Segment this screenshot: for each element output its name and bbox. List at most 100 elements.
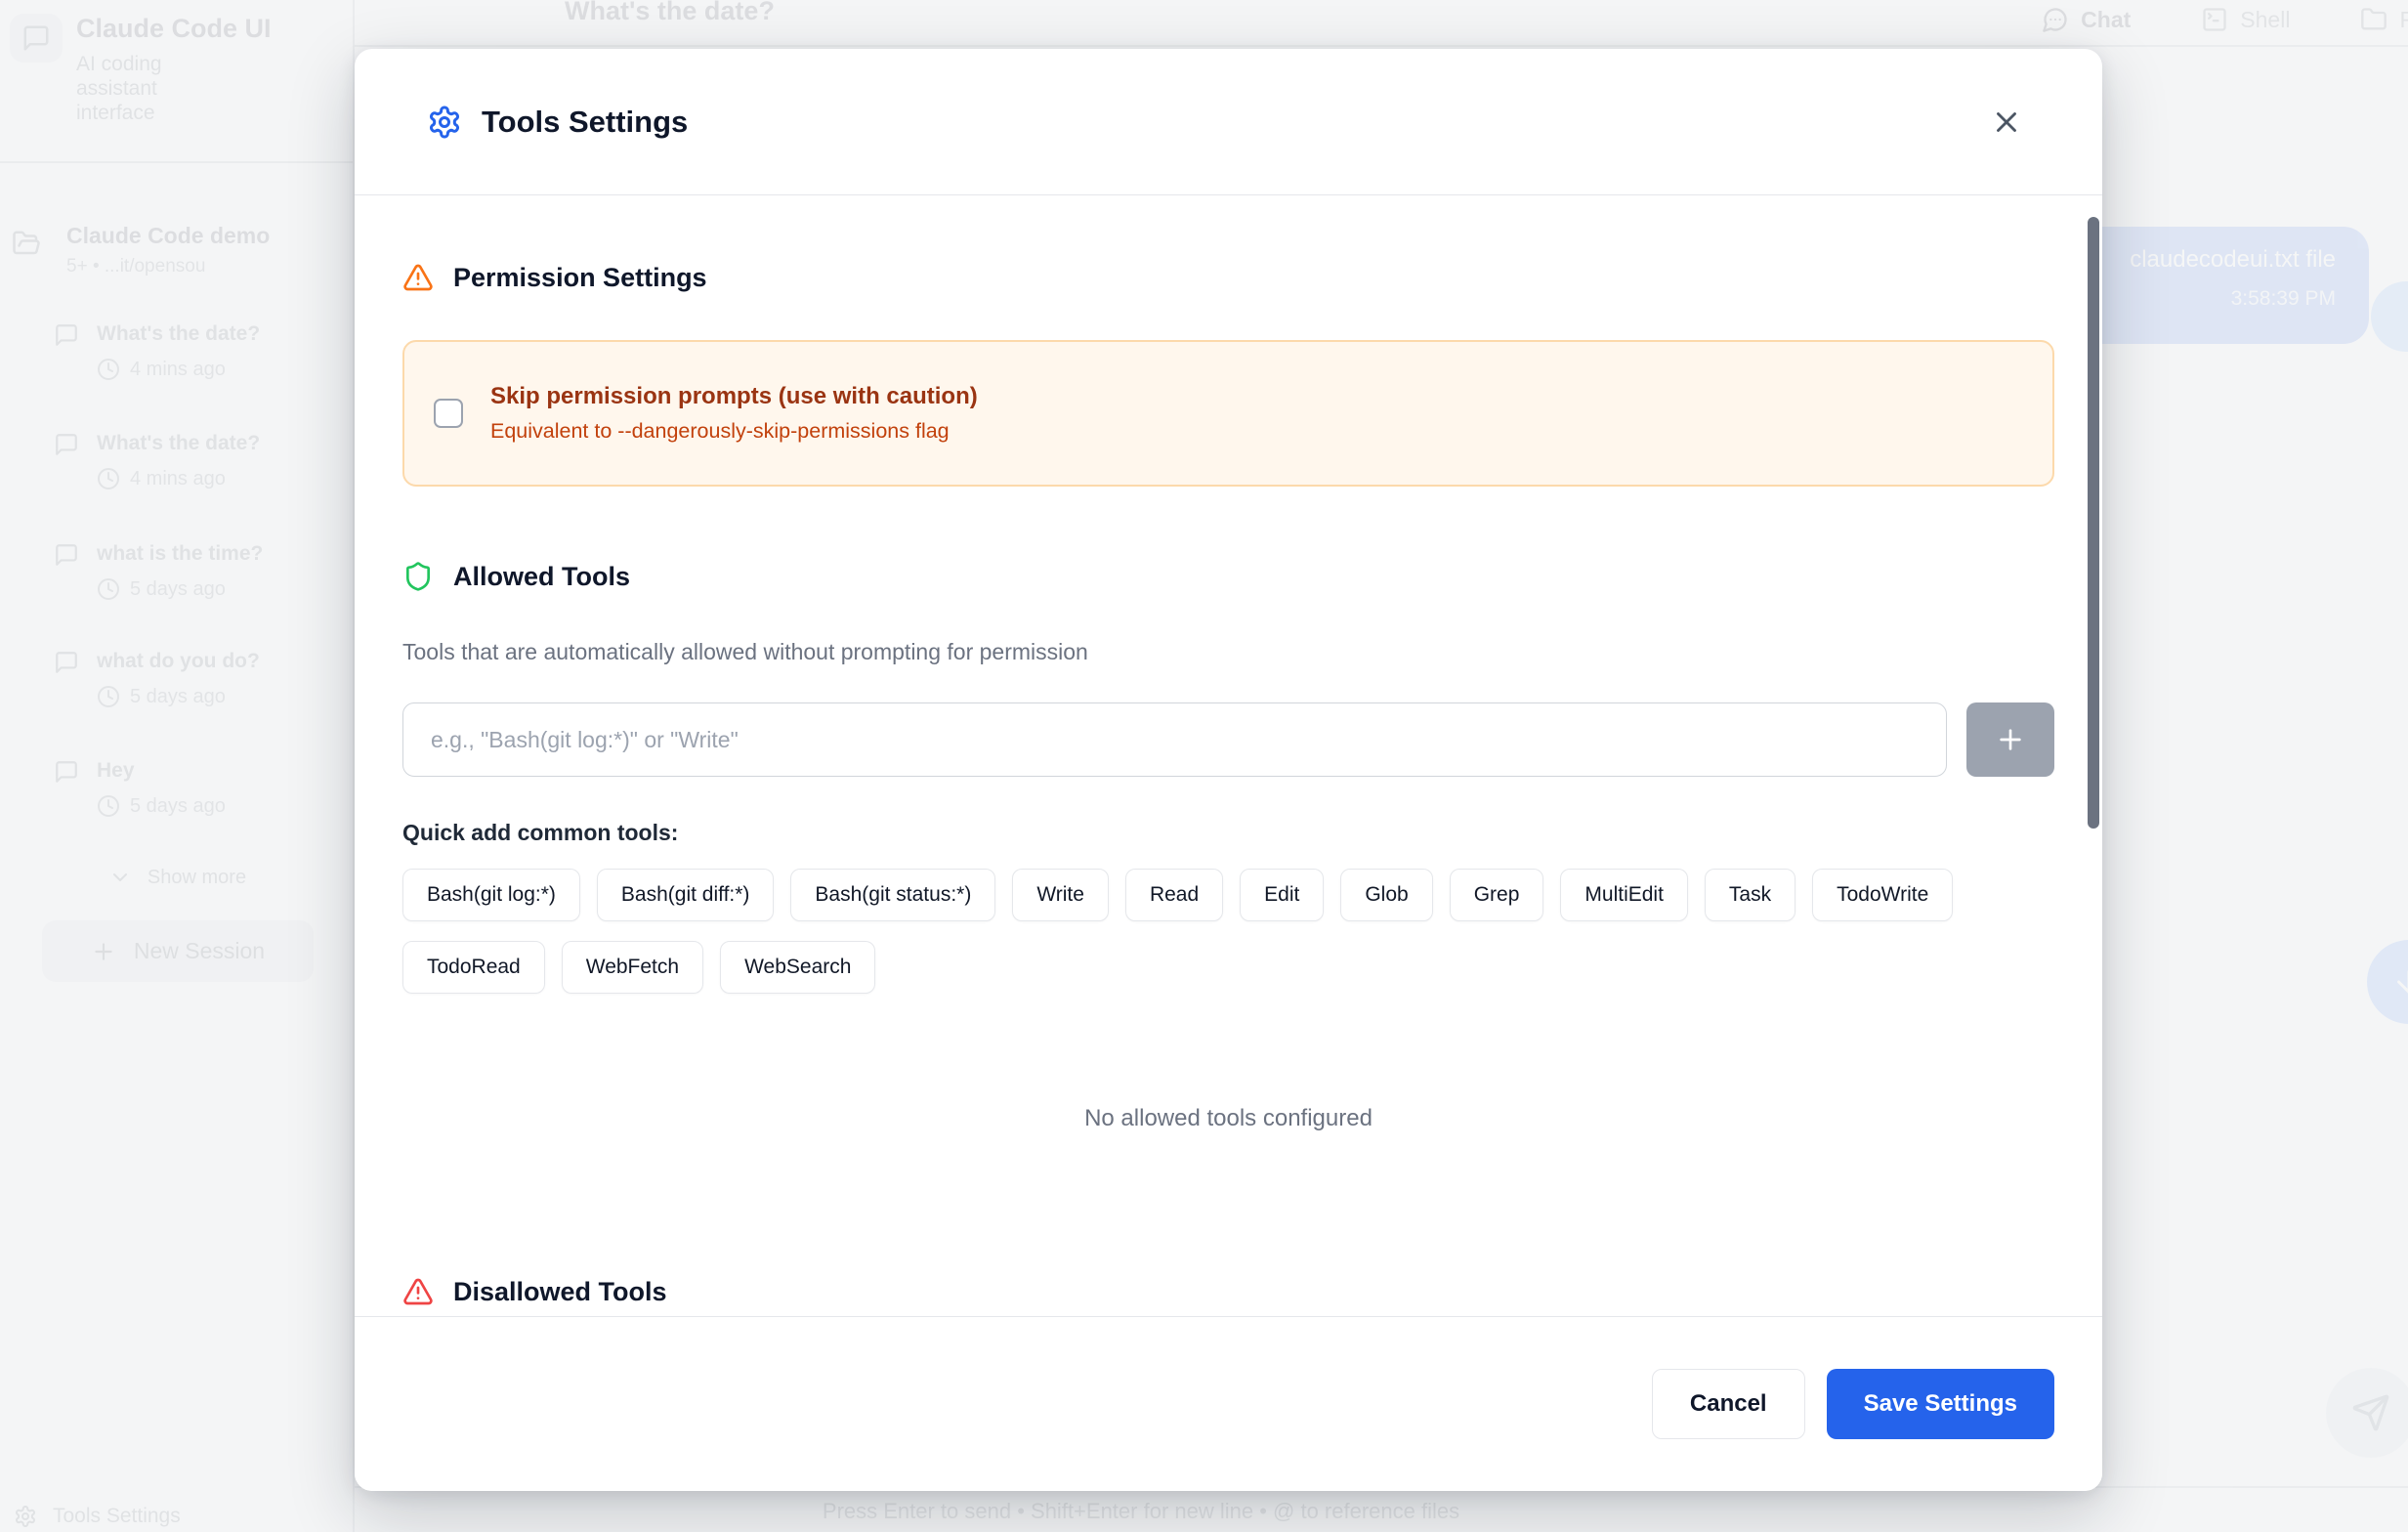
cancel-button[interactable]: Cancel [1652, 1369, 1805, 1439]
sidebar-divider [0, 161, 355, 163]
new-session-button: New Session [42, 920, 314, 982]
quick-add-tool-button[interactable]: WebFetch [562, 941, 703, 994]
quick-add-tool-button[interactable]: Task [1705, 869, 1795, 921]
app-logo [10, 14, 63, 63]
view-tabs: Chat Shell Files [2042, 6, 2408, 33]
project-name: Claude Code demo [66, 223, 270, 249]
chat-bubble-icon [54, 759, 79, 818]
session-time: 4 mins ago [130, 359, 226, 381]
modal-body: Permission Settings Skip permission prom… [355, 195, 2102, 1316]
clock-icon [97, 577, 120, 601]
app-subtitle: AI coding assistant interface [76, 52, 223, 125]
allowed-tools-empty-state: No allowed tools configured [402, 1105, 2054, 1132]
quick-add-tool-button[interactable]: TodoWrite [1812, 869, 1953, 921]
app-screen: Claude Code UI AI coding assistant inter… [0, 0, 2408, 1532]
sidebar: Claude Code UI AI coding assistant inter… [0, 0, 355, 1532]
tools-settings-modal: Tools Settings Permission Settings Skip … [355, 49, 2102, 1491]
project-meta: 5+ • ...it/opensou [66, 256, 270, 277]
session-time: 5 days ago [130, 795, 226, 818]
disallowed-tools-heading: Disallowed Tools [402, 1276, 2054, 1307]
clock-icon [97, 467, 120, 490]
session-item: What's the date? 4 mins ago [54, 432, 347, 490]
skip-permissions-box: Skip permission prompts (use with cautio… [402, 340, 2054, 487]
gear-icon [427, 105, 462, 140]
skip-permissions-subtext: Equivalent to --dangerously-skip-permiss… [490, 419, 978, 444]
chat-bubble-icon [54, 542, 79, 601]
allowed-tools-description: Tools that are automatically allowed wit… [402, 639, 2054, 665]
modal-footer: Cancel Save Settings [355, 1316, 2102, 1491]
chevron-down-icon [108, 866, 132, 889]
quick-add-tool-button[interactable]: Bash(git status:*) [790, 869, 995, 921]
session-time: 5 days ago [130, 578, 226, 601]
quick-add-tool-button[interactable]: Bash(git diff:*) [597, 869, 775, 921]
session-item: what is the time? 5 days ago [54, 542, 347, 601]
folder-icon [2360, 6, 2387, 33]
avatar [2371, 281, 2408, 352]
chat-bubble-icon [2042, 6, 2069, 33]
session-title: what is the time? [97, 542, 263, 566]
warning-triangle-icon [402, 262, 434, 293]
scroll-to-bottom-button [2367, 940, 2408, 1024]
skip-permissions-label: Skip permission prompts (use with cautio… [490, 383, 978, 410]
close-icon [1990, 106, 2023, 139]
chat-title: What's the date? [565, 0, 775, 26]
modal-header: Tools Settings [355, 49, 2102, 195]
terminal-icon [2201, 6, 2228, 33]
clock-icon [97, 685, 120, 708]
skip-permissions-checkbox[interactable] [434, 399, 463, 428]
session-time: 5 days ago [130, 686, 226, 708]
session-time: 4 mins ago [130, 468, 226, 490]
session-title: what do you do? [97, 650, 260, 673]
tab-shell: Shell [2201, 6, 2290, 33]
quick-add-tool-button[interactable]: MultiEdit [1560, 869, 1688, 921]
gear-icon [14, 1505, 37, 1528]
show-more-link: Show more [0, 866, 355, 889]
composer-hint: Press Enter to send • Shift+Enter for ne… [355, 1499, 1927, 1524]
quick-add-tool-button[interactable]: Write [1012, 869, 1109, 921]
plus-icon [1995, 724, 2026, 755]
session-item: Hey 5 days ago [54, 759, 347, 818]
tab-chat: Chat [2042, 6, 2131, 33]
folder-open-icon [12, 229, 41, 277]
quick-add-tool-button[interactable]: WebSearch [720, 941, 875, 994]
session-item: What's the date? 4 mins ago [54, 322, 347, 381]
warning-triangle-icon [402, 1276, 434, 1307]
add-tool-row [402, 702, 2054, 777]
session-item: what do you do? 5 days ago [54, 650, 347, 708]
tool-pattern-input[interactable] [402, 702, 1947, 777]
quick-add-tool-button[interactable]: Glob [1340, 869, 1432, 921]
send-icon [2351, 1393, 2390, 1432]
chat-bubble-icon [54, 432, 79, 490]
session-title: Hey [97, 759, 226, 783]
tools-settings-link: Tools Settings [14, 1505, 181, 1528]
plus-icon [91, 939, 116, 964]
arrow-down-icon [2391, 964, 2408, 1000]
quick-add-tool-button[interactable]: Edit [1240, 869, 1324, 921]
session-title: What's the date? [97, 432, 260, 455]
session-title: What's the date? [97, 322, 260, 346]
project-row: Claude Code demo 5+ • ...it/opensou [12, 223, 270, 277]
save-settings-button[interactable]: Save Settings [1827, 1369, 2054, 1439]
chat-bubble-icon [54, 322, 79, 381]
app-header: Claude Code UI AI coding assistant inter… [10, 14, 272, 125]
allowed-tools-heading: Allowed Tools [402, 561, 2054, 592]
chat-bubble-icon [54, 650, 79, 708]
clock-icon [97, 794, 120, 818]
send-button [2326, 1368, 2408, 1458]
shield-icon [402, 561, 434, 592]
app-title: Claude Code UI [76, 14, 272, 44]
modal-scrollbar-thumb[interactable] [2088, 217, 2099, 829]
modal-title: Tools Settings [482, 105, 688, 140]
quick-add-tool-button[interactable]: Grep [1450, 869, 1544, 921]
quick-add-tools: Bash(git log:*) Bash(git diff:*) Bash(gi… [402, 869, 2054, 994]
quick-add-tool-button[interactable]: TodoRead [402, 941, 545, 994]
close-button[interactable] [1985, 101, 2028, 144]
tab-files: Files [2360, 6, 2408, 33]
add-tool-button[interactable] [1966, 702, 2054, 777]
quick-add-tool-button[interactable]: Bash(git log:*) [402, 869, 580, 921]
quick-add-tool-button[interactable]: Read [1125, 869, 1223, 921]
quick-add-label: Quick add common tools: [402, 820, 2054, 846]
clock-icon [97, 358, 120, 381]
chat-bubble-icon [21, 23, 51, 53]
permission-settings-heading: Permission Settings [402, 262, 2054, 293]
